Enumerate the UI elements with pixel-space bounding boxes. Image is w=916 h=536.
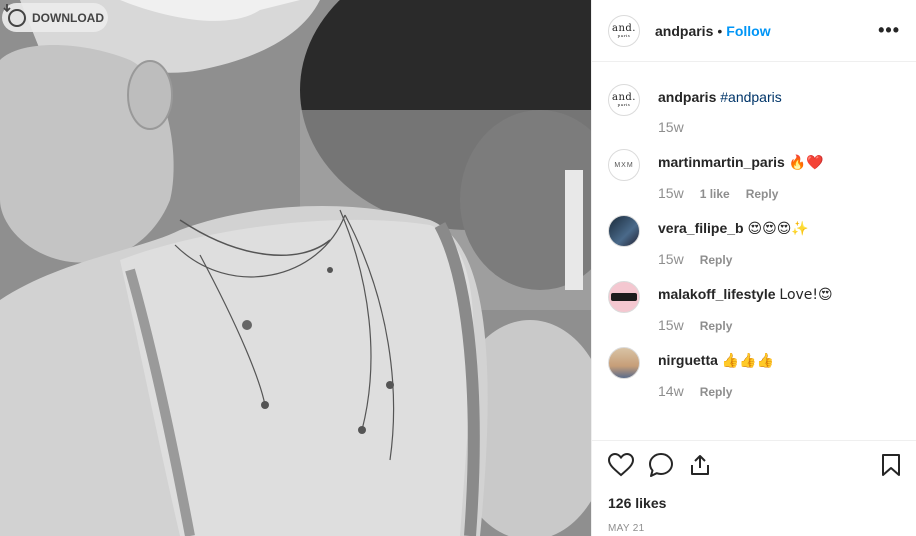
comment-username[interactable]: martinmartin_paris [658, 154, 785, 170]
share-upload-icon[interactable] [688, 453, 712, 480]
likes-count[interactable]: 126 likes [608, 495, 901, 511]
post-side-panel: and. paris andparis • Follow ••• and. pari… [591, 0, 916, 536]
malakoff-logo-icon [611, 293, 637, 301]
comment-text: 🔥❤️ [788, 155, 824, 171]
comment-item: and. paris andparis #andparis 15w [608, 84, 900, 135]
post-date[interactable]: MAY 21 [608, 523, 901, 534]
separator-dot: • [717, 22, 723, 39]
comment-item: MXM martinmartin_paris 🔥❤️ 15w 1 like Re… [608, 149, 900, 201]
comment-item: malakoff_lifestyle Love!😍 15w Reply [608, 281, 900, 333]
post-actions: 126 likes MAY 21 [592, 440, 916, 536]
photo-illustration [0, 0, 591, 536]
comment-likes[interactable]: 1 like [700, 185, 730, 201]
mxm-logo-icon: MXM [614, 161, 634, 169]
author-username[interactable]: andparis [655, 23, 713, 39]
andparis-logo-icon: and. paris [612, 92, 636, 107]
author-avatar[interactable]: and. paris [608, 14, 640, 47]
more-options-icon[interactable]: ••• [878, 20, 900, 41]
comment-username[interactable]: vera_filipe_b [658, 220, 744, 236]
comment-time[interactable]: 15w [658, 317, 684, 333]
comment-hashtag[interactable]: #andparis [720, 89, 782, 105]
comment-item: vera_filipe_b 😍😍😍✨ 15w Reply [608, 215, 900, 267]
comment-username[interactable]: malakoff_lifestyle [658, 286, 776, 302]
commenter-avatar[interactable] [608, 281, 640, 313]
commenter-avatar[interactable] [608, 215, 640, 247]
download-button[interactable]: DOWNLOAD [2, 3, 108, 32]
download-label: DOWNLOAD [32, 10, 104, 25]
instagram-post-modal: DOWNLOAD and. paris andparis • Follow •••… [0, 0, 916, 536]
comment-text: Love!😍 [779, 287, 833, 303]
post-header: and. paris andparis • Follow ••• [592, 0, 916, 62]
comment-username[interactable]: nirguetta [658, 352, 718, 368]
reply-button[interactable]: Reply [746, 185, 779, 201]
comment-username[interactable]: andparis [658, 89, 716, 105]
reply-button[interactable]: Reply [700, 317, 733, 333]
bookmark-save-icon[interactable] [881, 453, 901, 480]
comment-time[interactable]: 15w [658, 251, 684, 267]
download-icon [3, 4, 26, 27]
comments-list: and. paris andparis #andparis 15w MXM ma… [592, 62, 916, 442]
comment-time[interactable]: 15w [658, 185, 684, 201]
comment-time[interactable]: 14w [658, 383, 684, 399]
commenter-avatar[interactable] [608, 347, 640, 379]
reply-button[interactable]: Reply [700, 383, 733, 399]
comment-text: 😍😍😍✨ [747, 221, 809, 237]
comment-item: nirguetta 👍👍👍 14w Reply [608, 347, 900, 399]
reply-button[interactable]: Reply [700, 251, 733, 267]
comment-text: 👍👍👍 [721, 353, 775, 369]
comment-time[interactable]: 15w [658, 119, 684, 135]
commenter-avatar[interactable]: and. paris [608, 84, 640, 116]
like-heart-icon[interactable] [607, 452, 635, 480]
follow-button[interactable]: Follow [726, 23, 770, 39]
comment-bubble-icon[interactable] [648, 452, 674, 481]
andparis-logo-icon: and. paris [612, 22, 636, 38]
commenter-avatar[interactable]: MXM [608, 149, 640, 181]
post-photo[interactable]: DOWNLOAD [0, 0, 591, 536]
